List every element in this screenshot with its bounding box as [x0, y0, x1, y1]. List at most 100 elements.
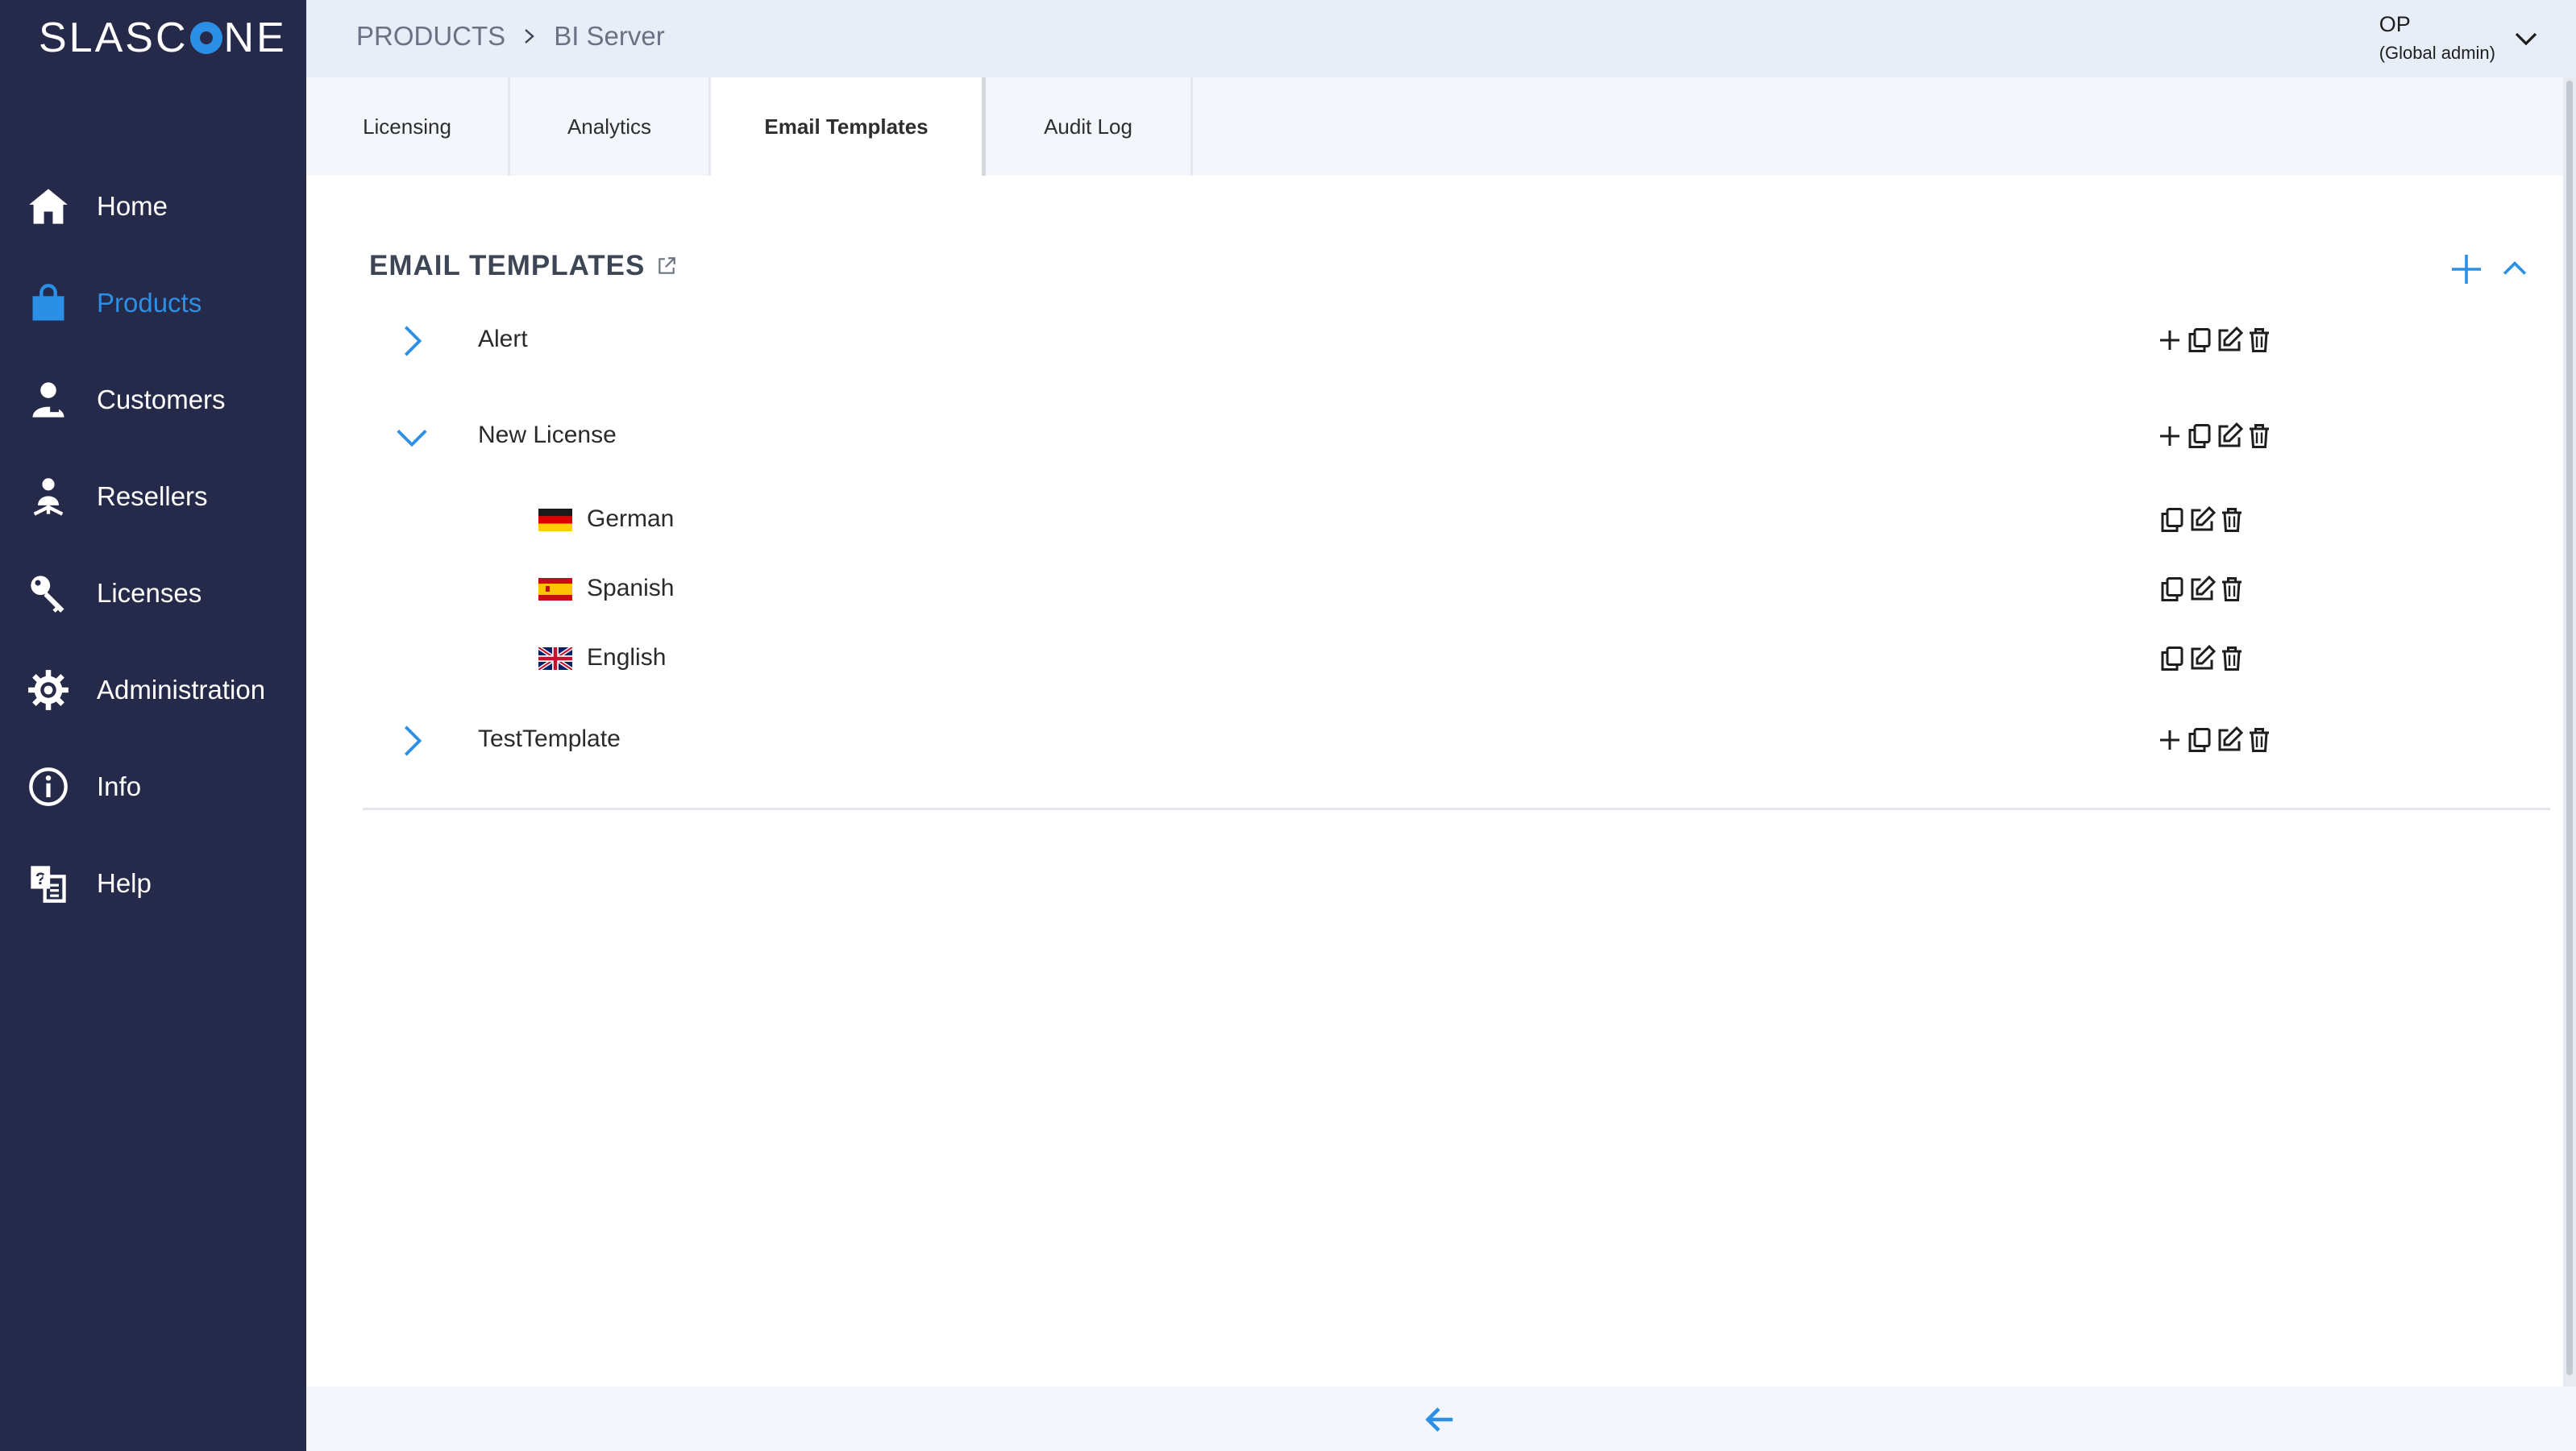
sidebar-item-label: Help — [97, 868, 152, 898]
trash-icon[interactable] — [2217, 505, 2246, 534]
breadcrumb-products[interactable]: PRODUCTS — [356, 21, 505, 52]
sidebar-item-label: Info — [97, 771, 142, 801]
edit-icon[interactable] — [2215, 422, 2244, 451]
sidebar-item-administration[interactable]: Administration — [0, 642, 306, 738]
language-name[interactable]: English — [587, 644, 666, 671]
tab-label: Audit Log — [1044, 114, 1132, 139]
sidebar: SLASC NE Home Products Customers Reseller… — [0, 0, 306, 1451]
chevron-down-icon[interactable] — [393, 418, 430, 455]
edit-icon[interactable] — [2188, 505, 2217, 534]
row-actions — [2158, 505, 2247, 534]
language-name[interactable]: German — [587, 505, 674, 533]
copy-icon[interactable] — [2185, 422, 2214, 451]
back-arrow-icon[interactable] — [1422, 1401, 1459, 1438]
external-link-icon[interactable] — [656, 256, 677, 276]
customer-icon — [26, 377, 71, 422]
copy-icon[interactable] — [2158, 644, 2187, 673]
language-row: German — [306, 496, 2563, 544]
logo-text-right: NE — [223, 15, 287, 61]
tab-email-templates[interactable]: Email Templates — [711, 77, 986, 176]
spanish-flag-icon — [538, 578, 572, 601]
tab-audit-log[interactable]: Audit Log — [986, 77, 1193, 176]
scrollbar-thumb[interactable] — [2566, 81, 2573, 1375]
bottom-bar — [306, 1387, 2576, 1451]
trash-icon[interactable] — [2245, 326, 2274, 355]
sidebar-item-label: Products — [97, 288, 202, 318]
scrollbar[interactable] — [2563, 77, 2576, 1387]
gear-icon — [26, 667, 71, 713]
tab-label: Licensing — [363, 114, 451, 139]
main-content: EMAIL TEMPLATES Alert New License German — [306, 176, 2563, 1387]
trash-icon[interactable] — [2217, 575, 2246, 604]
top-bar: PRODUCTS BI Server OP (Global admin) — [306, 0, 2576, 77]
info-icon — [26, 764, 71, 809]
user-menu[interactable]: OP (Global admin) — [2379, 10, 2495, 68]
sidebar-item-label: Licenses — [97, 578, 202, 608]
sidebar-item-info[interactable]: Info — [0, 738, 306, 835]
sidebar-item-products[interactable]: Products — [0, 255, 306, 351]
edit-icon[interactable] — [2215, 726, 2244, 755]
divider — [363, 808, 2550, 810]
add-template-button[interactable] — [2447, 250, 2486, 289]
section-title-text: EMAIL TEMPLATES — [369, 250, 646, 281]
reseller-icon — [26, 474, 71, 519]
breadcrumb: PRODUCTS BI Server — [356, 21, 665, 52]
sidebar-item-label: Administration — [97, 675, 266, 705]
user-role: (Global admin) — [2379, 43, 2495, 63]
sidebar-item-label: Resellers — [97, 481, 208, 511]
row-actions — [2158, 575, 2247, 604]
template-name[interactable]: Alert — [478, 326, 528, 353]
sidebar-item-home[interactable]: Home — [0, 158, 306, 255]
add-language-icon[interactable] — [2155, 726, 2184, 755]
edit-icon[interactable] — [2188, 644, 2217, 673]
add-language-icon[interactable] — [2155, 422, 2184, 451]
german-flag-icon — [538, 509, 572, 531]
user-name: OP — [2379, 12, 2411, 36]
template-row: Alert — [306, 316, 2563, 364]
shopping-bag-icon — [26, 281, 71, 326]
language-row: English — [306, 634, 2563, 683]
sidebar-item-label: Customers — [97, 385, 226, 414]
section-title: EMAIL TEMPLATES — [369, 250, 677, 282]
trash-icon[interactable] — [2217, 644, 2246, 673]
sidebar-item-resellers[interactable]: Resellers — [0, 448, 306, 545]
chevron-right-icon[interactable] — [393, 322, 430, 360]
row-actions — [2155, 422, 2275, 451]
add-language-icon[interactable] — [2155, 326, 2184, 355]
logo-text-left: SLASC — [39, 15, 189, 61]
sidebar-item-label: Home — [97, 191, 168, 221]
edit-icon[interactable] — [2215, 326, 2244, 355]
edit-icon[interactable] — [2188, 575, 2217, 604]
sidebar-item-help[interactable]: ? Help — [0, 835, 306, 932]
tab-label: Analytics — [567, 114, 652, 139]
tab-bar: Licensing Analytics Email Templates Audi… — [306, 77, 2563, 176]
language-name[interactable]: Spanish — [587, 575, 674, 602]
language-row: Spanish — [306, 565, 2563, 613]
home-icon — [26, 184, 71, 229]
sidebar-item-customers[interactable]: Customers — [0, 351, 306, 448]
uk-flag-icon — [538, 647, 572, 670]
template-name[interactable]: TestTemplate — [478, 726, 621, 753]
collapse-all-button[interactable] — [2497, 252, 2532, 287]
chevron-right-icon[interactable] — [393, 722, 430, 759]
logo-circle-icon — [189, 22, 222, 54]
trash-icon[interactable] — [2245, 422, 2274, 451]
key-icon — [26, 571, 71, 616]
chevron-right-icon — [521, 27, 538, 46]
copy-icon[interactable] — [2158, 505, 2187, 534]
template-row: New License — [306, 412, 2563, 460]
row-actions — [2155, 726, 2275, 755]
row-actions — [2155, 326, 2275, 355]
sidebar-item-licenses[interactable]: Licenses — [0, 545, 306, 642]
tab-licensing[interactable]: Licensing — [306, 77, 510, 176]
copy-icon[interactable] — [2185, 326, 2214, 355]
template-name[interactable]: New License — [478, 422, 617, 449]
tab-analytics[interactable]: Analytics — [510, 77, 711, 176]
copy-icon[interactable] — [2185, 726, 2214, 755]
logo[interactable]: SLASC NE — [39, 11, 287, 64]
copy-icon[interactable] — [2158, 575, 2187, 604]
chevron-down-icon[interactable] — [2512, 24, 2541, 53]
sidebar-nav: Home Products Customers Resellers Licens… — [0, 158, 306, 932]
trash-icon[interactable] — [2245, 726, 2274, 755]
breadcrumb-current: BI Server — [554, 21, 665, 51]
